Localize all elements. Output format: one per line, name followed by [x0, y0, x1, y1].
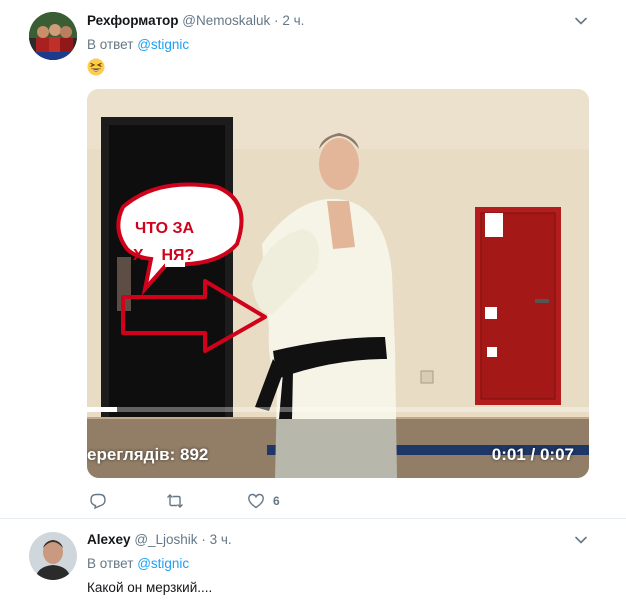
- chevron-down-icon[interactable]: [574, 533, 588, 547]
- like-button[interactable]: 6: [247, 491, 280, 511]
- tweet-header: Рехформатор @Nemoskaluk · 2 ч.: [87, 13, 304, 28]
- video-frame: [87, 89, 589, 478]
- tweet-header: Alexey @_Ljoshik · 3 ч.: [87, 532, 232, 547]
- reply-mention-link[interactable]: @stignic: [137, 556, 189, 571]
- tweet-text: Какой он мерзкий....: [87, 580, 213, 595]
- separator: ·: [274, 13, 279, 28]
- user-handle[interactable]: @_Ljoshik: [134, 532, 197, 547]
- reply-mention-link[interactable]: @stignic: [137, 37, 189, 52]
- avatar[interactable]: [29, 532, 77, 580]
- reply-icon: [90, 493, 106, 510]
- tweet-actions: 6: [87, 491, 387, 511]
- caption-line-2: Х НЯ?: [133, 247, 195, 264]
- view-count: ереглядів: 892: [87, 445, 209, 464]
- user-handle[interactable]: @Nemoskaluk: [182, 13, 270, 28]
- reply-context: В ответ @stignic: [87, 556, 189, 571]
- reply-context: В ответ @stignic: [87, 37, 189, 52]
- reply-prefix: В ответ: [87, 556, 134, 571]
- video-time: 0:01 / 0:07: [491, 445, 574, 464]
- retweet-icon: [167, 494, 183, 508]
- separator: ·: [201, 532, 206, 547]
- display-name[interactable]: Рехформатор: [87, 13, 179, 28]
- tweet-1[interactable]: Рехформатор @Nemoskaluk · 2 ч. В ответ @…: [0, 0, 626, 519]
- chevron-down-icon[interactable]: [574, 14, 588, 28]
- grinning-squinting-face-icon: [87, 58, 105, 76]
- reply-prefix: В ответ: [87, 37, 134, 52]
- retweet-button[interactable]: [166, 491, 192, 511]
- video-player[interactable]: ЧТО ЗА Х НЯ? ереглядів: 892 0:01 / 0:07: [87, 89, 589, 478]
- timestamp[interactable]: 2 ч.: [282, 13, 304, 28]
- reply-button[interactable]: [89, 491, 115, 511]
- timestamp[interactable]: 3 ч.: [210, 532, 232, 547]
- like-count: 6: [273, 494, 280, 508]
- caption-line-1: ЧТО ЗА: [135, 220, 195, 237]
- display-name[interactable]: Alexey: [87, 532, 131, 547]
- heart-icon: [248, 493, 264, 509]
- avatar[interactable]: [29, 12, 77, 60]
